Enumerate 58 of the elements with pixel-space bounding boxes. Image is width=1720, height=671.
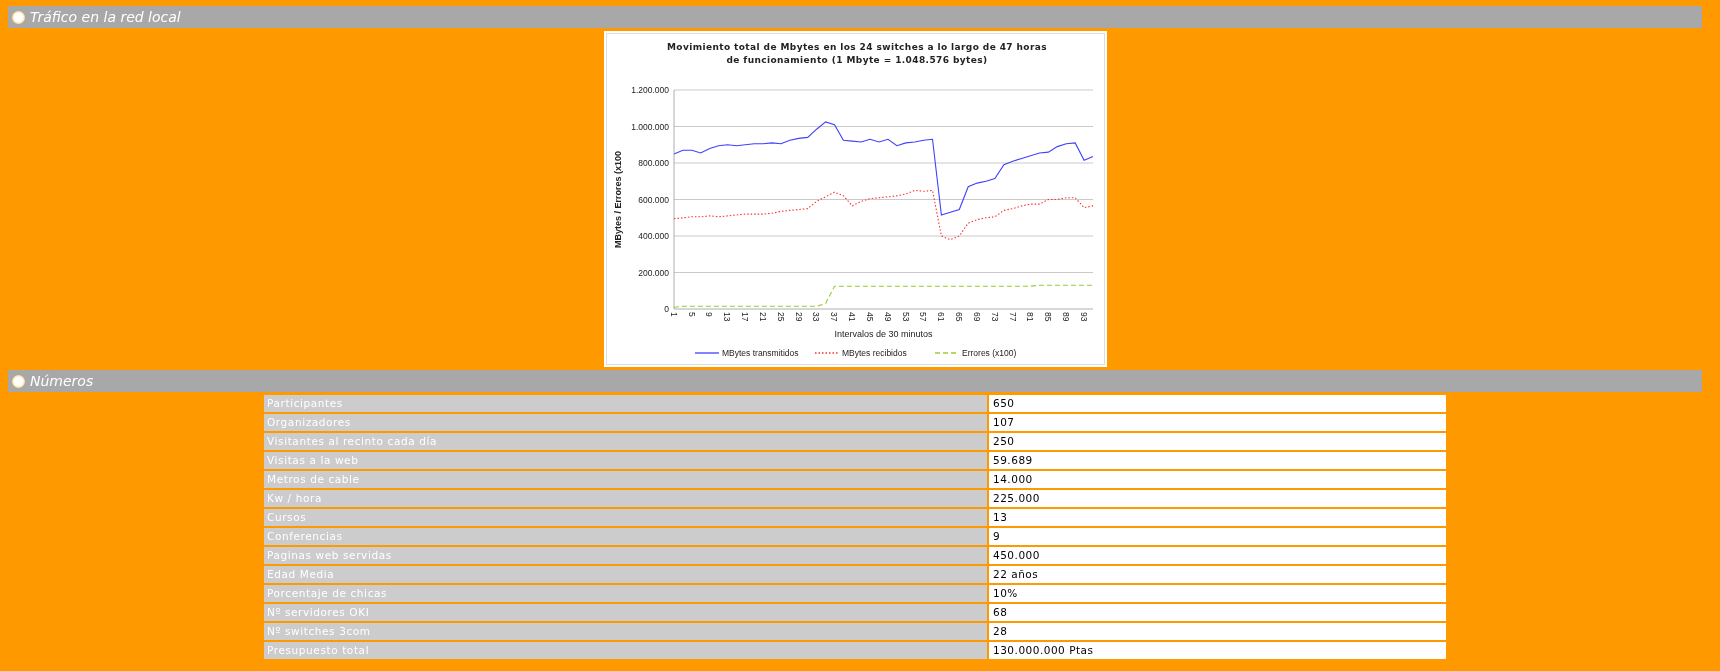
x-tick-label: 93 <box>1078 312 1089 322</box>
legend-item: Errores (x100) <box>933 348 1016 358</box>
x-tick-label: 45 <box>864 312 875 322</box>
x-tick-label: 41 <box>846 312 857 322</box>
x-tick-label: 73 <box>989 312 1000 322</box>
x-tick-label: 89 <box>1060 312 1071 322</box>
legend-item: MBytes recibidos <box>813 348 907 358</box>
x-tick-label: 21 <box>757 312 768 322</box>
x-tick-label: 17 <box>739 312 750 322</box>
row-value: 22 años <box>989 566 1446 583</box>
legend-label: Errores (x100) <box>961 348 1016 358</box>
x-tick-label: 9 <box>703 312 714 317</box>
row-value: 59.689 <box>989 452 1446 469</box>
row-value: 9 <box>989 528 1446 545</box>
x-tick-label: 25 <box>775 312 786 322</box>
x-tick-label: 49 <box>882 312 893 322</box>
row-value: 68 <box>989 604 1446 621</box>
x-tick-label: 1 <box>668 312 679 317</box>
x-tick-label: 81 <box>1024 312 1035 322</box>
row-value: 28 <box>989 623 1446 640</box>
y-tick-label: 0 <box>663 304 669 314</box>
row-value: 225.000 <box>989 490 1446 507</box>
x-tick-label: 61 <box>935 312 946 322</box>
y-tick-label: 600.000 <box>637 194 669 205</box>
y-tick-label: 1.200.000 <box>630 85 669 95</box>
row-value: 450.000 <box>989 547 1446 564</box>
x-tick-label: 69 <box>971 312 982 322</box>
y-tick-label: 400.000 <box>637 231 669 241</box>
chart-title: Movimiento total de Mbytes en los 24 switches a lo largo de 47 horas de funcionamiento (1 Mbyte = 1.048.576 bytes) <box>666 42 1047 65</box>
row-value: 10% <box>989 585 1446 602</box>
x-tick-label: 5 <box>686 312 697 317</box>
y-axis-title: MBytes / Errores (x100 <box>612 150 623 249</box>
legend-label: MBytes recibidos <box>841 348 907 358</box>
legend-item: MBytes transmitidos <box>693 348 799 358</box>
x-tick-label: 65 <box>953 312 964 322</box>
x-tick-label: 33 <box>810 312 821 322</box>
y-tick-label: 1.000.000 <box>630 121 669 132</box>
section-title: Números <box>30 373 94 389</box>
bullet-icon <box>12 10 25 24</box>
y-tick-label: 800.000 <box>637 158 669 168</box>
row-value: 650 <box>989 395 1446 412</box>
row-value: 250 <box>989 433 1446 450</box>
x-tick-label: 77 <box>1007 312 1018 322</box>
section-title: Tráfico en la red local <box>30 9 181 25</box>
x-tick-label: 29 <box>793 312 804 322</box>
x-tick-label: 85 <box>1042 312 1053 322</box>
legend-label: MBytes transmitidos <box>721 348 799 358</box>
y-tick-label: 200.000 <box>637 267 669 278</box>
x-axis-title: Intervalos de 30 minutos <box>833 329 933 339</box>
x-tick-label: 53 <box>900 312 911 322</box>
row-value: 107 <box>989 414 1446 431</box>
row-value: 13 <box>989 509 1446 526</box>
x-tick-label: 57 <box>917 312 928 322</box>
x-tick-label: 13 <box>721 312 732 322</box>
bullet-icon <box>12 374 25 388</box>
row-value: 14.000 <box>989 471 1446 488</box>
x-tick-label: 37 <box>828 312 839 322</box>
row-value: 130.000.000 Ptas <box>989 642 1446 659</box>
